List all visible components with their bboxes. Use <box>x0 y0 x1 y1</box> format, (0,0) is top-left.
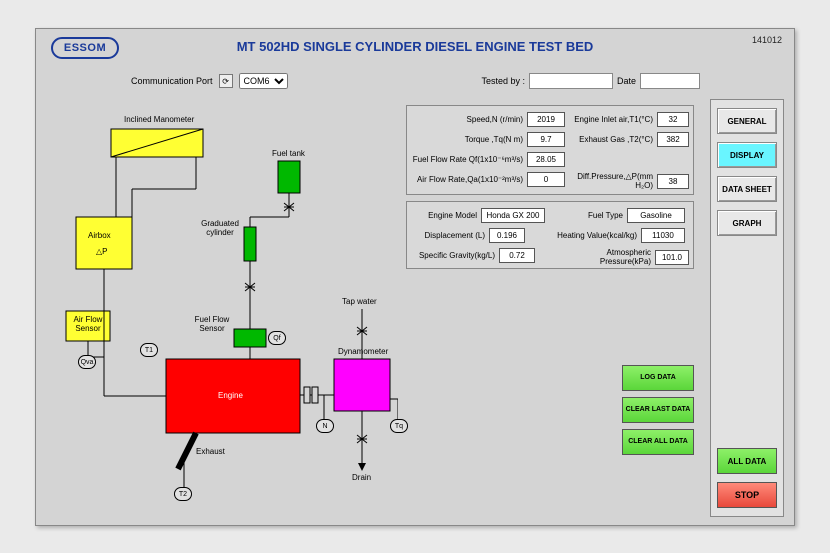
atm-label: Atmospheric Pressure(kPa) <box>555 248 655 266</box>
measurements-panel: Speed,N (r/min)2019 Torque ,Tq(N m)9.7 F… <box>406 105 694 195</box>
stop-button[interactable]: STOP <box>717 482 777 508</box>
datasheet-button[interactable]: DATA SHEET <box>717 176 777 202</box>
disp-label: Displacement (L) <box>411 231 489 240</box>
dynamometer-label: Dynamometer <box>338 347 388 356</box>
clear-all-button[interactable]: CLEAR ALL DATA <box>622 429 694 455</box>
flow-diagram: Inclined Manometer Fuel tank Airbox △P G… <box>46 99 398 517</box>
qva-tag: Qva <box>78 355 96 369</box>
torque-value: 9.7 <box>527 132 565 147</box>
sg-value: 0.72 <box>499 248 535 263</box>
comm-port-control: Communication Port ⟳ COM6 <box>131 73 288 89</box>
date-input[interactable] <box>640 73 700 89</box>
refresh-icon[interactable]: ⟳ <box>219 74 233 88</box>
diffp-label: Diff.Pressure,△P(mm H₂O) <box>571 172 657 190</box>
airflow-value: 0 <box>527 172 565 187</box>
tq-tag: Tq <box>390 419 408 433</box>
doc-number: 141012 <box>752 35 782 45</box>
log-data-button[interactable]: LOG DATA <box>622 365 694 391</box>
comm-port-select[interactable]: COM6 <box>239 73 288 89</box>
fuel-value: Gasoline <box>627 208 685 223</box>
page-title: MT 502HD SINGLE CYLINDER DIESEL ENGINE T… <box>36 39 794 54</box>
engine-label: Engine <box>218 391 243 400</box>
fuel-tank-label: Fuel tank <box>272 149 305 158</box>
exhaust-label: Exhaust <box>196 447 225 456</box>
torque-label: Torque ,Tq(N m) <box>411 135 527 144</box>
drain-label: Drain <box>352 473 371 482</box>
exhaust-value: 382 <box>657 132 689 147</box>
engine-panel: Engine ModelHonda GX 200 Displacement (L… <box>406 201 694 269</box>
hv-value: 11030 <box>641 228 685 243</box>
speed-value: 2019 <box>527 112 565 127</box>
fuelflow-sensor-label: Fuel Flow Sensor <box>192 315 232 333</box>
airbox-label: Airbox <box>88 231 111 240</box>
graph-button[interactable]: GRAPH <box>717 210 777 236</box>
tap-water-label: Tap water <box>342 297 377 306</box>
fuelflow-value: 28.05 <box>527 152 565 167</box>
atm-value: 101.0 <box>655 250 689 265</box>
tested-by-label: Tested by : <box>481 76 525 86</box>
inlet-value: 32 <box>657 112 689 127</box>
airflow-sensor-label: Air Flow Sensor <box>70 315 106 333</box>
model-label: Engine Model <box>411 211 481 220</box>
graduated-cylinder-label: Graduated cylinder <box>196 219 244 237</box>
model-value: Honda GX 200 <box>481 208 545 223</box>
speed-label: Speed,N (r/min) <box>411 115 527 124</box>
exhaust-label: Exhaust Gas ,T2(°C) <box>571 135 657 144</box>
inclined-manometer-label: Inclined Manometer <box>124 115 194 124</box>
dp-label: △P <box>96 247 108 256</box>
fuelflow-label: Fuel Flow Rate Qf(1x10⁻⁶m³/s) <box>411 155 527 164</box>
sg-label: Specific Gravity(kg/L) <box>411 251 499 260</box>
clear-last-button[interactable]: CLEAR LAST DATA <box>622 397 694 423</box>
app-window: ESSOM MT 502HD SINGLE CYLINDER DIESEL EN… <box>35 28 795 526</box>
general-button[interactable]: GENERAL <box>717 108 777 134</box>
inlet-label: Engine Inlet air,T1(°C) <box>571 115 657 124</box>
diffp-value: 38 <box>657 174 689 189</box>
disp-value: 0.196 <box>489 228 525 243</box>
t2-tag: T2 <box>174 487 192 501</box>
t1-tag: T1 <box>140 343 158 357</box>
log-button-group: LOG DATA CLEAR LAST DATA CLEAR ALL DATA <box>622 365 694 461</box>
comm-port-label: Communication Port <box>131 76 213 86</box>
tested-by-input[interactable] <box>529 73 613 89</box>
control-column: GENERAL DISPLAY DATA SHEET GRAPH ALL DAT… <box>710 99 784 517</box>
airflow-label: Air Flow Rate,Qa(1x10⁻²m³/s) <box>411 175 527 184</box>
date-label: Date <box>617 76 636 86</box>
n-tag: N <box>316 419 334 433</box>
fuel-label: Fuel Type <box>565 211 627 220</box>
display-button[interactable]: DISPLAY <box>717 142 777 168</box>
all-data-button[interactable]: ALL DATA <box>717 448 777 474</box>
hv-label: Heating Value(kcal/kg) <box>555 231 641 240</box>
tested-by-group: Tested by : Date <box>481 73 700 89</box>
qf-tag: Qf <box>268 331 286 345</box>
